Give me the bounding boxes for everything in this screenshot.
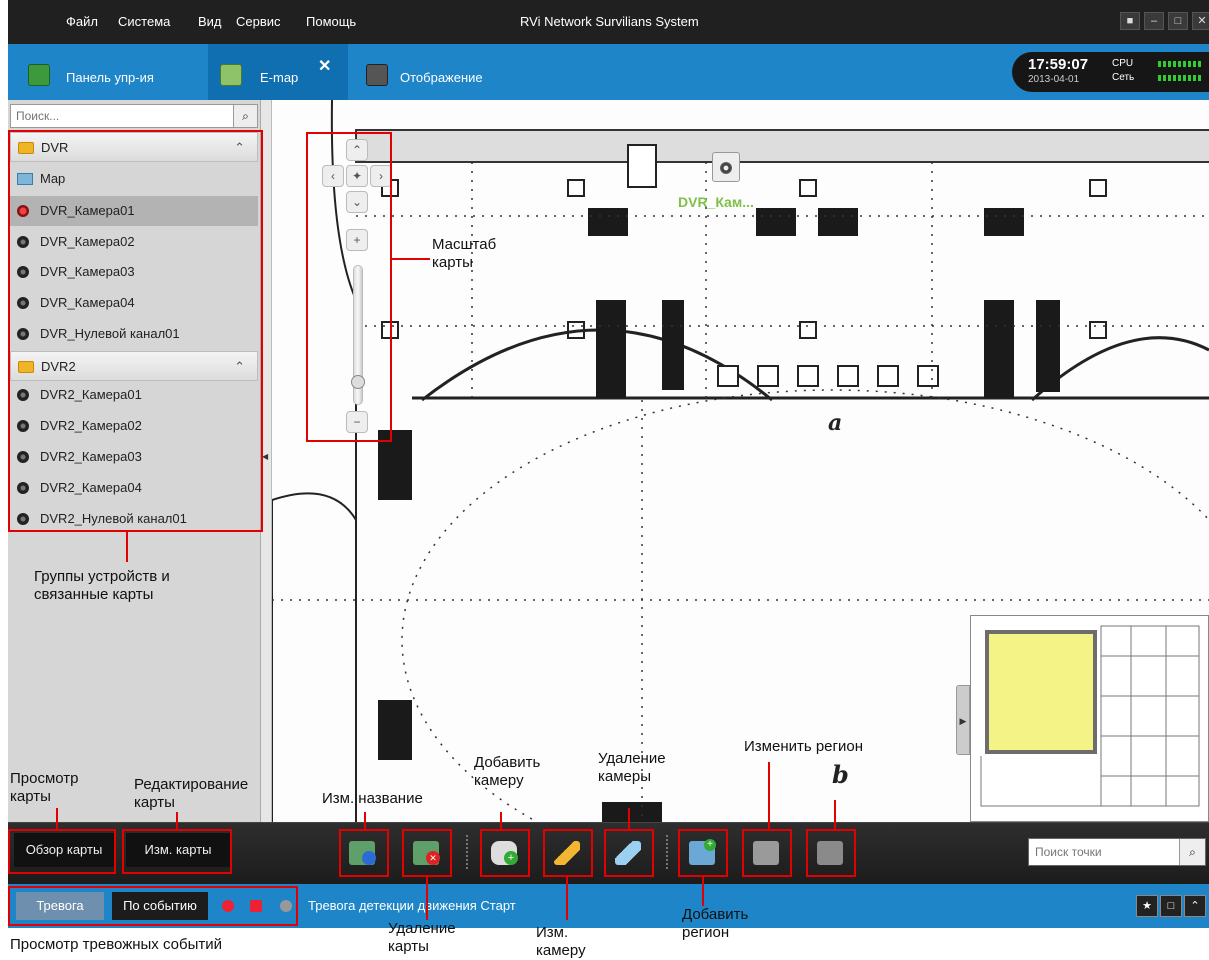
- delete-camera-pointer: [628, 808, 630, 830]
- rename-frame: [339, 829, 389, 877]
- tab-control-panel[interactable]: Панель упр-ия: [8, 44, 204, 100]
- add-region-pointer: [702, 876, 704, 906]
- annotation-delete-map: Удаление карты: [388, 920, 456, 955]
- device-search: ⌕: [10, 104, 258, 128]
- cpu-meter: [1158, 61, 1202, 67]
- alarm-message: Тревога детекции движения Старт: [308, 898, 516, 913]
- tab-emap-label: E-map: [260, 70, 299, 85]
- minimap-drawing: [980, 625, 1200, 807]
- app-title: RVi Network Survilians System: [520, 14, 699, 29]
- edit-camera-frame: [543, 829, 593, 877]
- display-icon: [366, 64, 388, 86]
- menu-service[interactable]: Сервис: [236, 14, 281, 29]
- search-icon[interactable]: ⌕: [233, 105, 257, 127]
- map-view[interactable]: a b DVR_Кам... ⌃ ‹ ✦ › ⌄ + − ▶: [272, 100, 1209, 822]
- network-label: Сеть: [1112, 72, 1135, 83]
- edit-map-pointer: [176, 812, 178, 830]
- delete-map-frame: [402, 829, 452, 877]
- toolbar-separator: [666, 835, 668, 871]
- clock-time: 17:59:07: [1028, 56, 1089, 73]
- change-region-pointer: [768, 762, 770, 830]
- annotation-edit-camera: Изм. камеру: [536, 924, 586, 959]
- menu-help[interactable]: Помощь: [306, 14, 356, 29]
- change-region-frame: [742, 829, 792, 877]
- delete-region-pointer: [834, 800, 836, 830]
- clock-date: 2013-04-01: [1028, 74, 1080, 85]
- tab-bar: Панель упр-ия E-map ✕ Отображение 17:59:…: [8, 44, 1209, 100]
- device-search-input[interactable]: [11, 105, 233, 127]
- search-icon[interactable]: ⌕: [1179, 839, 1205, 865]
- toolbar-separator: [466, 835, 468, 871]
- add-region-frame: [678, 829, 728, 877]
- minimize-button[interactable]: –: [1144, 12, 1164, 30]
- restore-icon[interactable]: □: [1160, 895, 1182, 917]
- map-scale-frame: [306, 132, 392, 442]
- annotation-add-region: Добавить регион: [682, 906, 749, 941]
- delete-map-pointer: [426, 876, 428, 920]
- tab-close-icon[interactable]: ✕: [318, 56, 331, 76]
- tab-display-label: Отображение: [400, 70, 483, 85]
- annotation-edit-map: Редактирование карты: [134, 776, 249, 811]
- annotation-delete-camera: Удаление камеры: [598, 750, 666, 785]
- alarm-tabs-frame: [8, 886, 298, 926]
- add-camera-pointer: [500, 812, 502, 830]
- map-scale-pointer: [392, 258, 430, 260]
- status-panel: 17:59:07 2013-04-01 CPU Сеть: [1012, 52, 1209, 92]
- overview-minimap[interactable]: [970, 615, 1209, 822]
- control-panel-icon: [28, 64, 50, 86]
- maximize-button[interactable]: □: [1168, 12, 1188, 30]
- delete-camera-frame: [604, 829, 654, 877]
- device-groups-pointer: [126, 532, 128, 562]
- tab-display[interactable]: Отображение: [358, 44, 538, 100]
- annotation-rename: Изм. название: [322, 790, 423, 807]
- menu-file[interactable]: Файл: [66, 14, 98, 29]
- view-map-frame: [8, 829, 116, 874]
- edit-map-frame: [122, 829, 232, 874]
- view-map-pointer: [56, 808, 58, 830]
- edit-camera-pointer: [566, 876, 568, 920]
- annotation-view-map: Просмотр карты: [10, 770, 79, 805]
- emap-icon: [220, 64, 242, 86]
- menu-view[interactable]: Вид: [198, 14, 222, 29]
- expand-up-icon[interactable]: ⌃: [1184, 895, 1206, 917]
- pin-icon[interactable]: ★: [1136, 895, 1158, 917]
- tab-emap[interactable]: E-map ✕: [208, 44, 348, 100]
- annotation-change-region: Изменить регион: [744, 738, 863, 755]
- rename-pointer: [364, 812, 366, 830]
- close-button[interactable]: ✕: [1192, 12, 1209, 30]
- menu-bar: Файл Система Вид Сервис Помощь RVi Netwo…: [8, 0, 1209, 44]
- point-search-input[interactable]: [1029, 839, 1179, 865]
- lock-icon[interactable]: ■: [1120, 12, 1140, 30]
- annotation-map-scale: Масштаб карты: [432, 236, 497, 271]
- add-camera-frame: [480, 829, 530, 877]
- menu-system[interactable]: Система: [118, 14, 170, 29]
- annotation-add-camera: Добавить камеру: [474, 754, 541, 789]
- map-camera-marker[interactable]: [712, 152, 740, 182]
- tab-control-panel-label: Панель упр-ия: [66, 70, 154, 85]
- network-meter: [1158, 75, 1202, 81]
- cpu-label: CPU: [1112, 58, 1134, 69]
- annotation-device-groups: Группы устройств и связанные карты: [34, 568, 170, 603]
- map-camera-label: DVR_Кам...: [678, 194, 754, 210]
- annotation-alarm-view: Просмотр тревожных событий: [10, 936, 222, 953]
- map-mark-b: b: [832, 760, 849, 789]
- point-search: ⌕: [1028, 838, 1206, 866]
- device-groups-frame: [8, 130, 263, 532]
- delete-region-frame: [806, 829, 856, 877]
- map-mark-a: a: [828, 410, 843, 436]
- minimap-toggle[interactable]: ▶: [956, 685, 970, 755]
